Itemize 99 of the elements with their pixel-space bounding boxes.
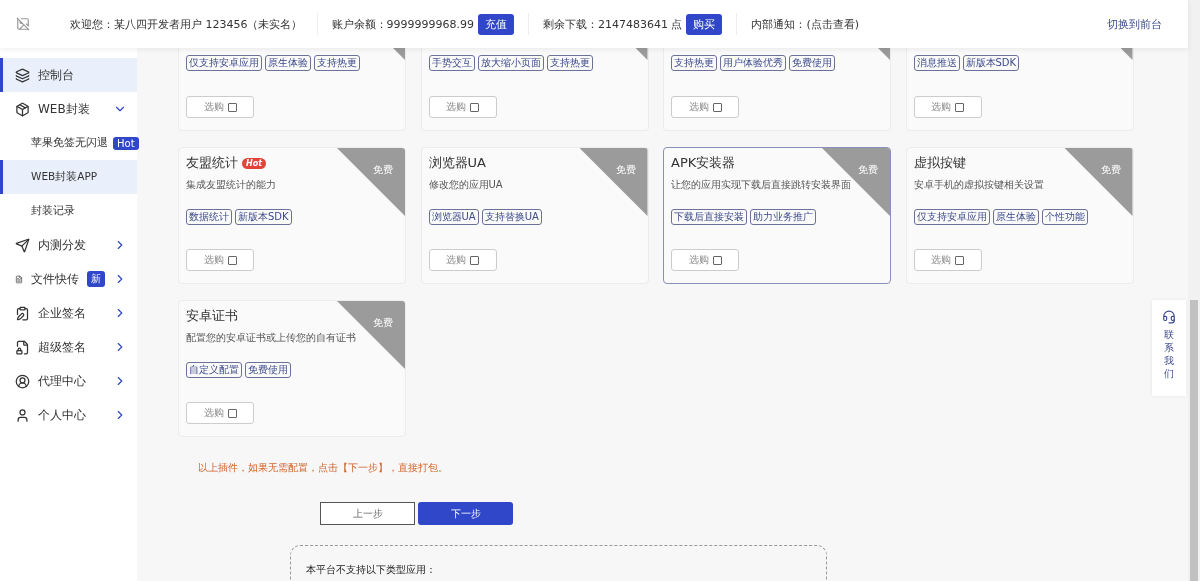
sidebar-item[interactable]: 内测分发	[0, 228, 137, 262]
sidebar-item[interactable]: 个人中心	[0, 398, 137, 432]
recharge-button[interactable]: 充值	[478, 13, 514, 35]
sidebar-item[interactable]: 代理中心	[0, 364, 137, 398]
checkbox[interactable]	[227, 408, 237, 418]
sidebar-item[interactable]: 控制台	[0, 58, 137, 92]
plugin-card[interactable]: 仅支持安卓应用 原生体验 支持热更 选购	[178, 48, 406, 131]
free-label: 免费	[858, 163, 878, 177]
feature-tag: 用户体验优秀	[720, 55, 786, 71]
buy-button[interactable]: 购买	[686, 13, 723, 35]
checkbox[interactable]	[712, 255, 722, 265]
checkbox[interactable]	[470, 102, 479, 112]
plugin-card[interactable]: APK安装器 免费 让您的应用实现下载后直接跳转安装界面 下载后直接安装 助力业务推广 选购	[663, 147, 891, 284]
previous-button[interactable]: 上一步	[320, 502, 415, 525]
free-label: 免费	[373, 316, 393, 330]
feature-tag: 浏览器UA	[428, 209, 479, 225]
hot-badge: Hot	[242, 157, 266, 169]
sidebar-subitem[interactable]: 苹果免签无闪退 Hot	[0, 126, 137, 160]
feature-tag: 原生体验	[265, 55, 311, 71]
plugin-card[interactable]: 手势交互 放大缩小页面 支持热更 选购	[420, 48, 649, 131]
feature-tag: 支持替换UA	[481, 209, 542, 225]
feature-tag: 下载后直接安装	[671, 209, 747, 225]
checkbox[interactable]	[712, 102, 722, 112]
feature-tag: 仅支持安卓应用	[186, 55, 262, 71]
plugin-title: 安卓证书	[186, 307, 238, 325]
sidebar-item[interactable]: 企业签名	[0, 296, 137, 330]
select-button[interactable]: 选购	[913, 96, 982, 118]
plugin-description: 修改您的应用UA	[428, 178, 504, 192]
free-label: 免费	[373, 163, 393, 177]
notice-link[interactable]: 内部通知：(点击查看)	[751, 16, 860, 32]
feature-tag: 免费使用	[789, 55, 835, 71]
feature-tag: 放大缩小页面	[477, 55, 544, 71]
select-button[interactable]: 选购	[913, 249, 982, 271]
plugin-card[interactable]: 友盟统计 Hot 免费 集成友盟统计的能力 数据统计 新版本SDK 选购	[178, 147, 406, 284]
switch-link[interactable]: 切换到前台	[1107, 16, 1162, 32]
feature-tag: 支持热更	[546, 55, 593, 71]
checkbox[interactable]	[227, 102, 237, 112]
plugin-title: 浏览器UA	[428, 154, 486, 172]
headset-icon	[1162, 310, 1176, 324]
feature-tag: 仅支持安卓应用	[913, 209, 990, 225]
feature-tag: 新版本SDK	[962, 55, 1020, 71]
balance-text: 账户余额：9999999968.99	[331, 16, 474, 32]
paper-plane-icon	[15, 237, 30, 253]
checkbox[interactable]	[227, 255, 237, 265]
sidebar-subitem[interactable]: 封装记录	[0, 194, 137, 228]
plugin-description: 配置您的安卓证书或上传您的自有证书	[186, 331, 357, 345]
select-button[interactable]: 选购	[186, 96, 254, 118]
new-badge: 新	[87, 271, 105, 287]
user-icon	[15, 407, 30, 423]
select-button[interactable]: 选购	[671, 96, 739, 118]
feature-tag: 自定义配置	[186, 362, 242, 378]
clipboard-icon	[15, 305, 30, 321]
sidebar-item[interactable]: 超级签名	[0, 330, 137, 364]
checkbox[interactable]	[470, 255, 479, 265]
select-button[interactable]: 选购	[186, 402, 254, 424]
downloads-text: 剩余下载：2147483641 点	[543, 16, 683, 32]
sidebar-item[interactable]: 文件快传 新	[0, 262, 137, 296]
sidebar-subitem[interactable]: WEB封装APP	[0, 160, 137, 194]
feature-tag: 助力业务推广	[750, 209, 816, 225]
plugin-description: 让您的应用实现下载后直接跳转安装界面	[671, 178, 852, 192]
layers-icon	[15, 67, 30, 83]
plugin-title: 友盟统计	[186, 154, 238, 172]
plugin-title: 虚拟按键	[913, 154, 966, 172]
feature-tag: 支持热更	[314, 55, 360, 71]
box-icon	[15, 101, 30, 117]
plugin-title: APK安装器	[671, 154, 736, 172]
panel-title: 本平台不支持以下类型应用：	[306, 564, 436, 575]
plugin-card[interactable]: 消息推送 新版本SDK 选购	[905, 48, 1134, 131]
feature-tag: 原生体验	[992, 209, 1039, 225]
feature-tag: 支持热更	[671, 55, 717, 71]
next-button[interactable]: 下一步	[418, 502, 513, 525]
select-button[interactable]: 选购	[428, 96, 497, 118]
select-button[interactable]: 选购	[186, 249, 254, 271]
plugin-card[interactable]: 安卓证书 免费 配置您的安卓证书或上传您的自有证书 自定义配置 免费使用 选购	[178, 300, 406, 437]
feature-tag: 手势交互	[428, 55, 475, 71]
hot-badge: Hot	[113, 136, 139, 150]
plugin-card[interactable]: 支持热更 用户体验优秀 免费使用 选购	[663, 48, 891, 131]
checkbox[interactable]	[955, 102, 964, 112]
sidebar-item[interactable]: WEB封装	[0, 92, 137, 126]
plugin-description: 安卓手机的虚拟按键相关设置	[913, 178, 1045, 192]
broken-image-icon	[16, 17, 30, 31]
contact-widget[interactable]: 联系我们	[1152, 300, 1186, 396]
checkbox[interactable]	[955, 255, 964, 265]
select-button[interactable]: 选购	[671, 249, 739, 271]
plugin-description: 集成友盟统计的能力	[186, 178, 277, 192]
plugin-card[interactable]: 虚拟按键 免费 安卓手机的虚拟按键相关设置 仅支持安卓应用 原生体验 个性功能 选购	[905, 147, 1134, 284]
feature-tag: 新版本SDK	[235, 209, 292, 225]
plugin-card[interactable]: 浏览器UA 免费 修改您的应用UA 浏览器UA 支持替换UA 选购	[420, 147, 649, 284]
feature-tag: 消息推送	[913, 55, 960, 71]
file-lock-icon	[15, 339, 30, 355]
scrollbar-thumb[interactable]	[1190, 300, 1198, 581]
hint-text: 以上插件，如果无需配置，点击【下一步】，直接打包。	[198, 461, 449, 475]
feature-tag: 数据统计	[186, 209, 232, 225]
select-button[interactable]: 选购	[428, 249, 497, 271]
free-label: 免费	[615, 163, 636, 177]
feature-tag: 免费使用	[245, 362, 291, 378]
welcome-text: 欢迎您：某八四开发者用户 123456（未实名）	[70, 16, 303, 32]
user-circle-icon	[15, 373, 30, 389]
free-label: 免费	[1100, 163, 1121, 177]
